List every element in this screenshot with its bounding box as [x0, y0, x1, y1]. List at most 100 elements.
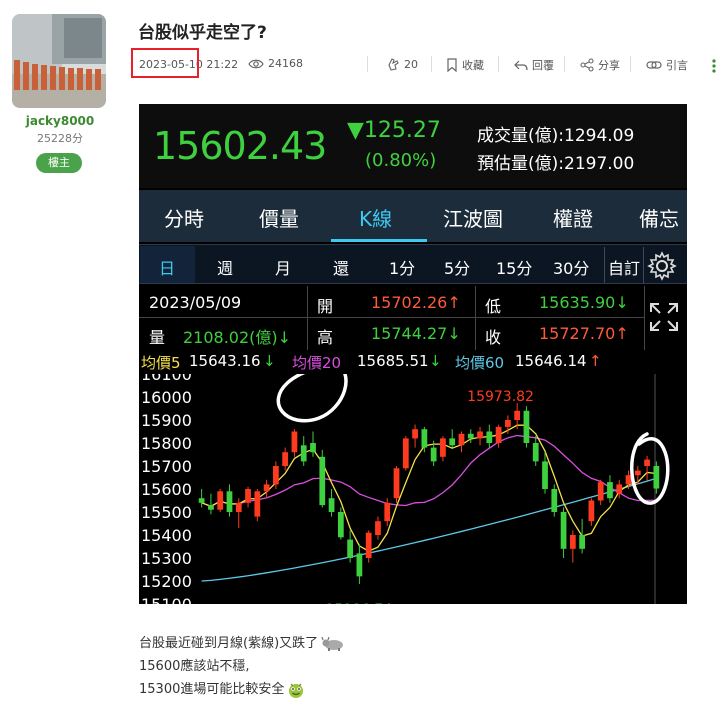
- quote-button[interactable]: 引言: [646, 57, 688, 73]
- candle-body: [560, 512, 567, 549]
- candle-body: [300, 445, 307, 462]
- ma60-arrow: ↑: [589, 352, 602, 370]
- candle-body: [430, 447, 437, 462]
- index-change: ▼125.27: [347, 118, 441, 143]
- meta-divider: [630, 56, 631, 72]
- post-meta-bar: 2023-05-10 21:22 24168 20 收藏 回覆 分享 引言: [130, 48, 720, 78]
- more-options-icon[interactable]: [711, 58, 717, 74]
- favorite-label: 收藏: [462, 59, 484, 72]
- candle-body: [569, 535, 576, 549]
- period-custom[interactable]: 自訂: [608, 255, 640, 279]
- period-restore[interactable]: 還: [333, 255, 349, 279]
- views-count: 24168: [248, 57, 303, 70]
- volume-label: 成交量(億):: [477, 126, 564, 146]
- info-open-value: 15702.26↑: [371, 293, 461, 312]
- candle-body: [310, 443, 316, 453]
- candle-body: [634, 470, 641, 476]
- tab-wave[interactable]: 江波圖: [443, 203, 503, 232]
- favorite-button[interactable]: 收藏: [446, 57, 484, 73]
- candle-body: [551, 489, 558, 512]
- views-value: 24168: [268, 57, 303, 70]
- share-icon: [580, 58, 594, 72]
- low-annotation: 15186.74: [325, 602, 392, 604]
- ohlc-info-panel: 2023/05/09 量 2108.02(億)↓ 開 15702.26↑ 高 1…: [139, 286, 687, 350]
- gear-icon[interactable]: [647, 251, 677, 281]
- avatar[interactable]: [12, 14, 106, 108]
- period-5min[interactable]: 5分: [444, 255, 470, 279]
- period-divider: [604, 247, 605, 283]
- candle-body: [588, 500, 595, 522]
- like-count: 20: [404, 57, 418, 71]
- info-date: 2023/05/09: [149, 293, 242, 312]
- period-week[interactable]: 週: [217, 255, 233, 279]
- hand-drawn-circle: [276, 374, 348, 423]
- period-month[interactable]: 月: [275, 255, 291, 279]
- candle-body: [384, 502, 391, 522]
- y-tick-label: 15200: [141, 572, 192, 591]
- period-1min[interactable]: 1分: [389, 255, 415, 279]
- link-quote-icon: [646, 61, 662, 69]
- candle-body: [282, 452, 289, 466]
- y-tick-label: 16100: [141, 374, 192, 384]
- bookmark-icon: [447, 58, 457, 72]
- ma20-line: [201, 434, 657, 507]
- ma5-value: 15643.16: [189, 352, 261, 370]
- candle-body: [458, 433, 465, 446]
- reply-button[interactable]: 回覆: [514, 57, 554, 73]
- post-body-line: 台股最近碰到月線(紫線)又跌了: [139, 632, 345, 655]
- tab-memo[interactable]: 備忘: [639, 203, 679, 232]
- meta-divider: [498, 56, 499, 72]
- volume-row: 成交量(億):1294.09: [477, 121, 634, 146]
- ma20-arrow: ↓: [429, 352, 442, 370]
- share-label: 分享: [598, 59, 620, 72]
- ma5-arrow: ↓: [263, 352, 276, 370]
- candle-body: [375, 521, 381, 535]
- info-col-divider: [475, 286, 476, 350]
- candle-body: [644, 459, 650, 466]
- like-button[interactable]: 20: [386, 57, 418, 71]
- y-tick-label: 15700: [141, 457, 192, 476]
- tab-warrant[interactable]: 權證: [553, 203, 593, 232]
- tab-intraday[interactable]: 分時: [164, 203, 204, 232]
- info-low-value: 15635.90↓: [539, 293, 629, 312]
- avatar-image-icon: [12, 14, 106, 108]
- info-open-label: 開: [317, 297, 334, 316]
- candle-body: [393, 468, 400, 499]
- tab-kline[interactable]: K線: [359, 203, 392, 232]
- candle-body: [607, 482, 613, 499]
- candle-body: [412, 429, 418, 439]
- tab-price-volume[interactable]: 價量: [259, 203, 299, 232]
- stock-chart-screenshot: 15602.43 ▼125.27 (0.80%) 成交量(億):1294.09 …: [139, 104, 687, 604]
- candle-body: [198, 498, 205, 503]
- candle-body: [217, 491, 224, 510]
- ma5-label: 均價5: [141, 354, 181, 372]
- quote-label: 引言: [666, 59, 688, 72]
- clap-icon: [388, 58, 399, 71]
- candle-body: [653, 466, 660, 489]
- chart-tabs: 分時 價量 K線 江波圖 權證 備忘: [139, 190, 687, 242]
- candle-body: [365, 532, 372, 558]
- est-volume-value: 2197.00: [564, 154, 635, 174]
- bull-emoji-icon: [321, 636, 344, 651]
- info-high-value: 15744.27↓: [371, 324, 461, 343]
- period-30min[interactable]: 30分: [553, 255, 589, 279]
- period-day[interactable]: 日: [159, 255, 175, 279]
- y-tick-label: 15600: [141, 480, 192, 499]
- meta-divider: [564, 56, 565, 72]
- post-title: 台股似乎走空了?: [138, 23, 267, 43]
- info-row-divider: [139, 317, 644, 318]
- share-button[interactable]: 分享: [580, 57, 620, 73]
- moving-average-legend: 均價5 15643.16 ↓ 均價20 15685.51 ↓ 均價60 1564…: [139, 352, 687, 374]
- candle-body: [319, 456, 326, 506]
- est-volume-label: 預估量(億):: [477, 154, 564, 174]
- period-15min[interactable]: 15分: [496, 255, 532, 279]
- author-name[interactable]: jacky8000: [0, 114, 120, 128]
- y-tick-label: 15500: [141, 503, 192, 522]
- ma5-line: [201, 424, 657, 552]
- y-tick-label: 15900: [141, 411, 192, 430]
- index-change-pct: (0.80%): [365, 150, 437, 171]
- expand-icon[interactable]: [649, 302, 679, 332]
- index-change-value: 125.27: [363, 118, 441, 143]
- candle-body: [579, 535, 585, 549]
- candle-body: [235, 502, 242, 512]
